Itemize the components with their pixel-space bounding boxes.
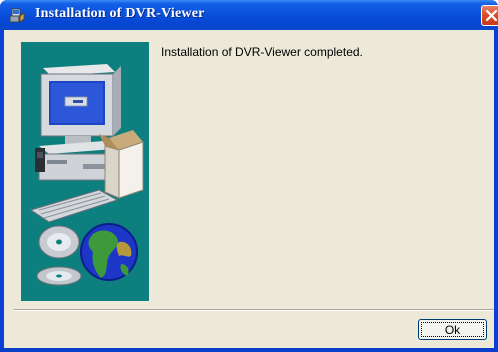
close-icon	[485, 9, 498, 22]
completion-message: Installation of DVR-Viewer completed.	[161, 45, 363, 59]
installer-window: Installation of DVR-Viewer Installation …	[0, 0, 498, 352]
close-button[interactable]	[481, 5, 498, 26]
title-bar[interactable]: Installation of DVR-Viewer	[0, 0, 498, 30]
installer-icon	[9, 7, 25, 23]
computer-and-globe-illustration	[21, 42, 149, 301]
ok-button-label: Ok	[421, 322, 484, 337]
separator	[14, 309, 494, 311]
window-title: Installation of DVR-Viewer	[35, 6, 205, 21]
dialog-body: Installation of DVR-Viewer completed. Ok	[4, 30, 494, 348]
window-bottom-border	[0, 348, 498, 352]
ok-button[interactable]: Ok	[418, 319, 487, 340]
